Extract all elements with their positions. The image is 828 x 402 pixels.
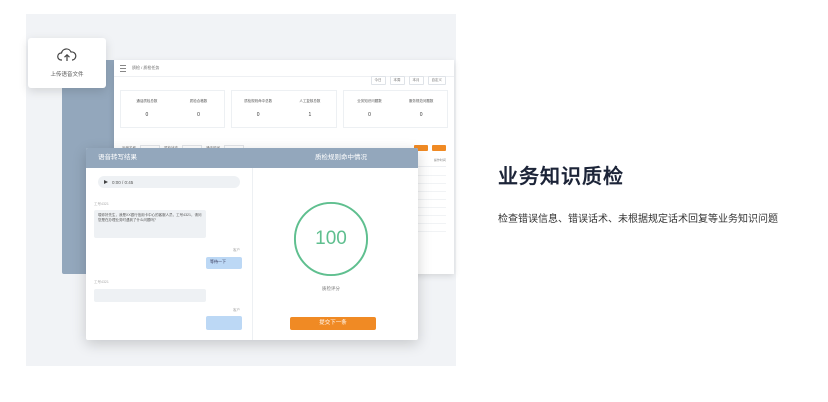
date-button-month[interactable]: 本月	[408, 76, 424, 85]
audio-player[interactable]: 0:00 / 0:45	[98, 176, 240, 188]
cloud-upload-icon	[57, 48, 77, 61]
modal-header: 语音转写结果 质检规则命中情况	[86, 148, 418, 168]
play-icon[interactable]	[104, 180, 108, 184]
transcript-title: 语音转写结果	[98, 154, 137, 161]
result-modal: 语音转写结果 质检规则命中情况 0:00 / 0:45 工号4321 喂你好先生…	[86, 148, 418, 340]
message-meta: 工号4321	[94, 202, 109, 206]
hero-description: 检查错误信息、错误话术、未根据规定话术回复等业务知识问题	[498, 214, 778, 225]
column-header: 操作时间	[433, 158, 446, 162]
message-meta: 客户	[233, 248, 240, 252]
customer-message: 等待一下	[206, 257, 242, 269]
export-button[interactable]	[432, 145, 446, 151]
date-range-buttons: 今日 本周 本月 自定义	[370, 76, 446, 85]
stat-card: 服务规范问题数 0	[408, 99, 434, 118]
date-button-custom[interactable]: 自定义	[427, 76, 446, 85]
stat-card: 质检规则命中总数 0	[244, 99, 273, 118]
stat-card: 业务知识问题数 0	[357, 99, 382, 118]
customer-message	[206, 316, 242, 330]
agent-message	[94, 289, 206, 302]
date-button-today[interactable]: 今日	[370, 76, 386, 85]
stat-card: 人工复核总数 1	[299, 99, 321, 118]
audio-time: 0:00 / 0:45	[112, 179, 134, 185]
agent-message: 喂你好先生，我是XX银行信用卡中心的客服人员，工号4321，请问您是在办理业务时…	[94, 210, 206, 238]
rule-hits-title: 质检规则命中情况	[315, 154, 367, 161]
transcript-pane: 0:00 / 0:45 工号4321 喂你好先生，我是XX银行信用卡中心的客服人…	[86, 168, 253, 340]
score-pane: 100 质检评分 提交下一条	[252, 168, 418, 340]
score-label: 质检评分	[322, 286, 340, 291]
submit-next-button[interactable]: 提交下一条	[290, 317, 376, 330]
stat-card: 通话质检总数 0	[136, 99, 158, 118]
menu-icon[interactable]	[120, 64, 126, 72]
stats-row: 通话质检总数 0 质检合格数 0 质检规则命中总数 0 人工复核总数 1 业务知识问题数…	[120, 90, 448, 128]
score-value: 100	[315, 228, 347, 249]
stat-group: 质检规则命中总数 0 人工复核总数 1	[231, 90, 337, 128]
stat-group: 业务知识问题数 0 服务规范问题数 0	[342, 90, 448, 128]
message-meta: 工号4321	[94, 280, 109, 284]
stat-card: 质检合格数 0	[189, 99, 208, 118]
date-button-week[interactable]: 本周	[389, 76, 405, 85]
dashboard-topbar: 质检 / 质检任务	[114, 60, 454, 77]
stat-group: 通话质检总数 0 质检合格数 0	[120, 90, 226, 128]
upload-card[interactable]: 上传语音文件	[28, 38, 106, 88]
message-meta: 客户	[233, 308, 240, 312]
hero-title: 业务知识质检	[498, 166, 624, 188]
upload-label: 上传语音文件	[50, 72, 84, 78]
breadcrumb: 质检 / 质检任务	[132, 65, 160, 70]
